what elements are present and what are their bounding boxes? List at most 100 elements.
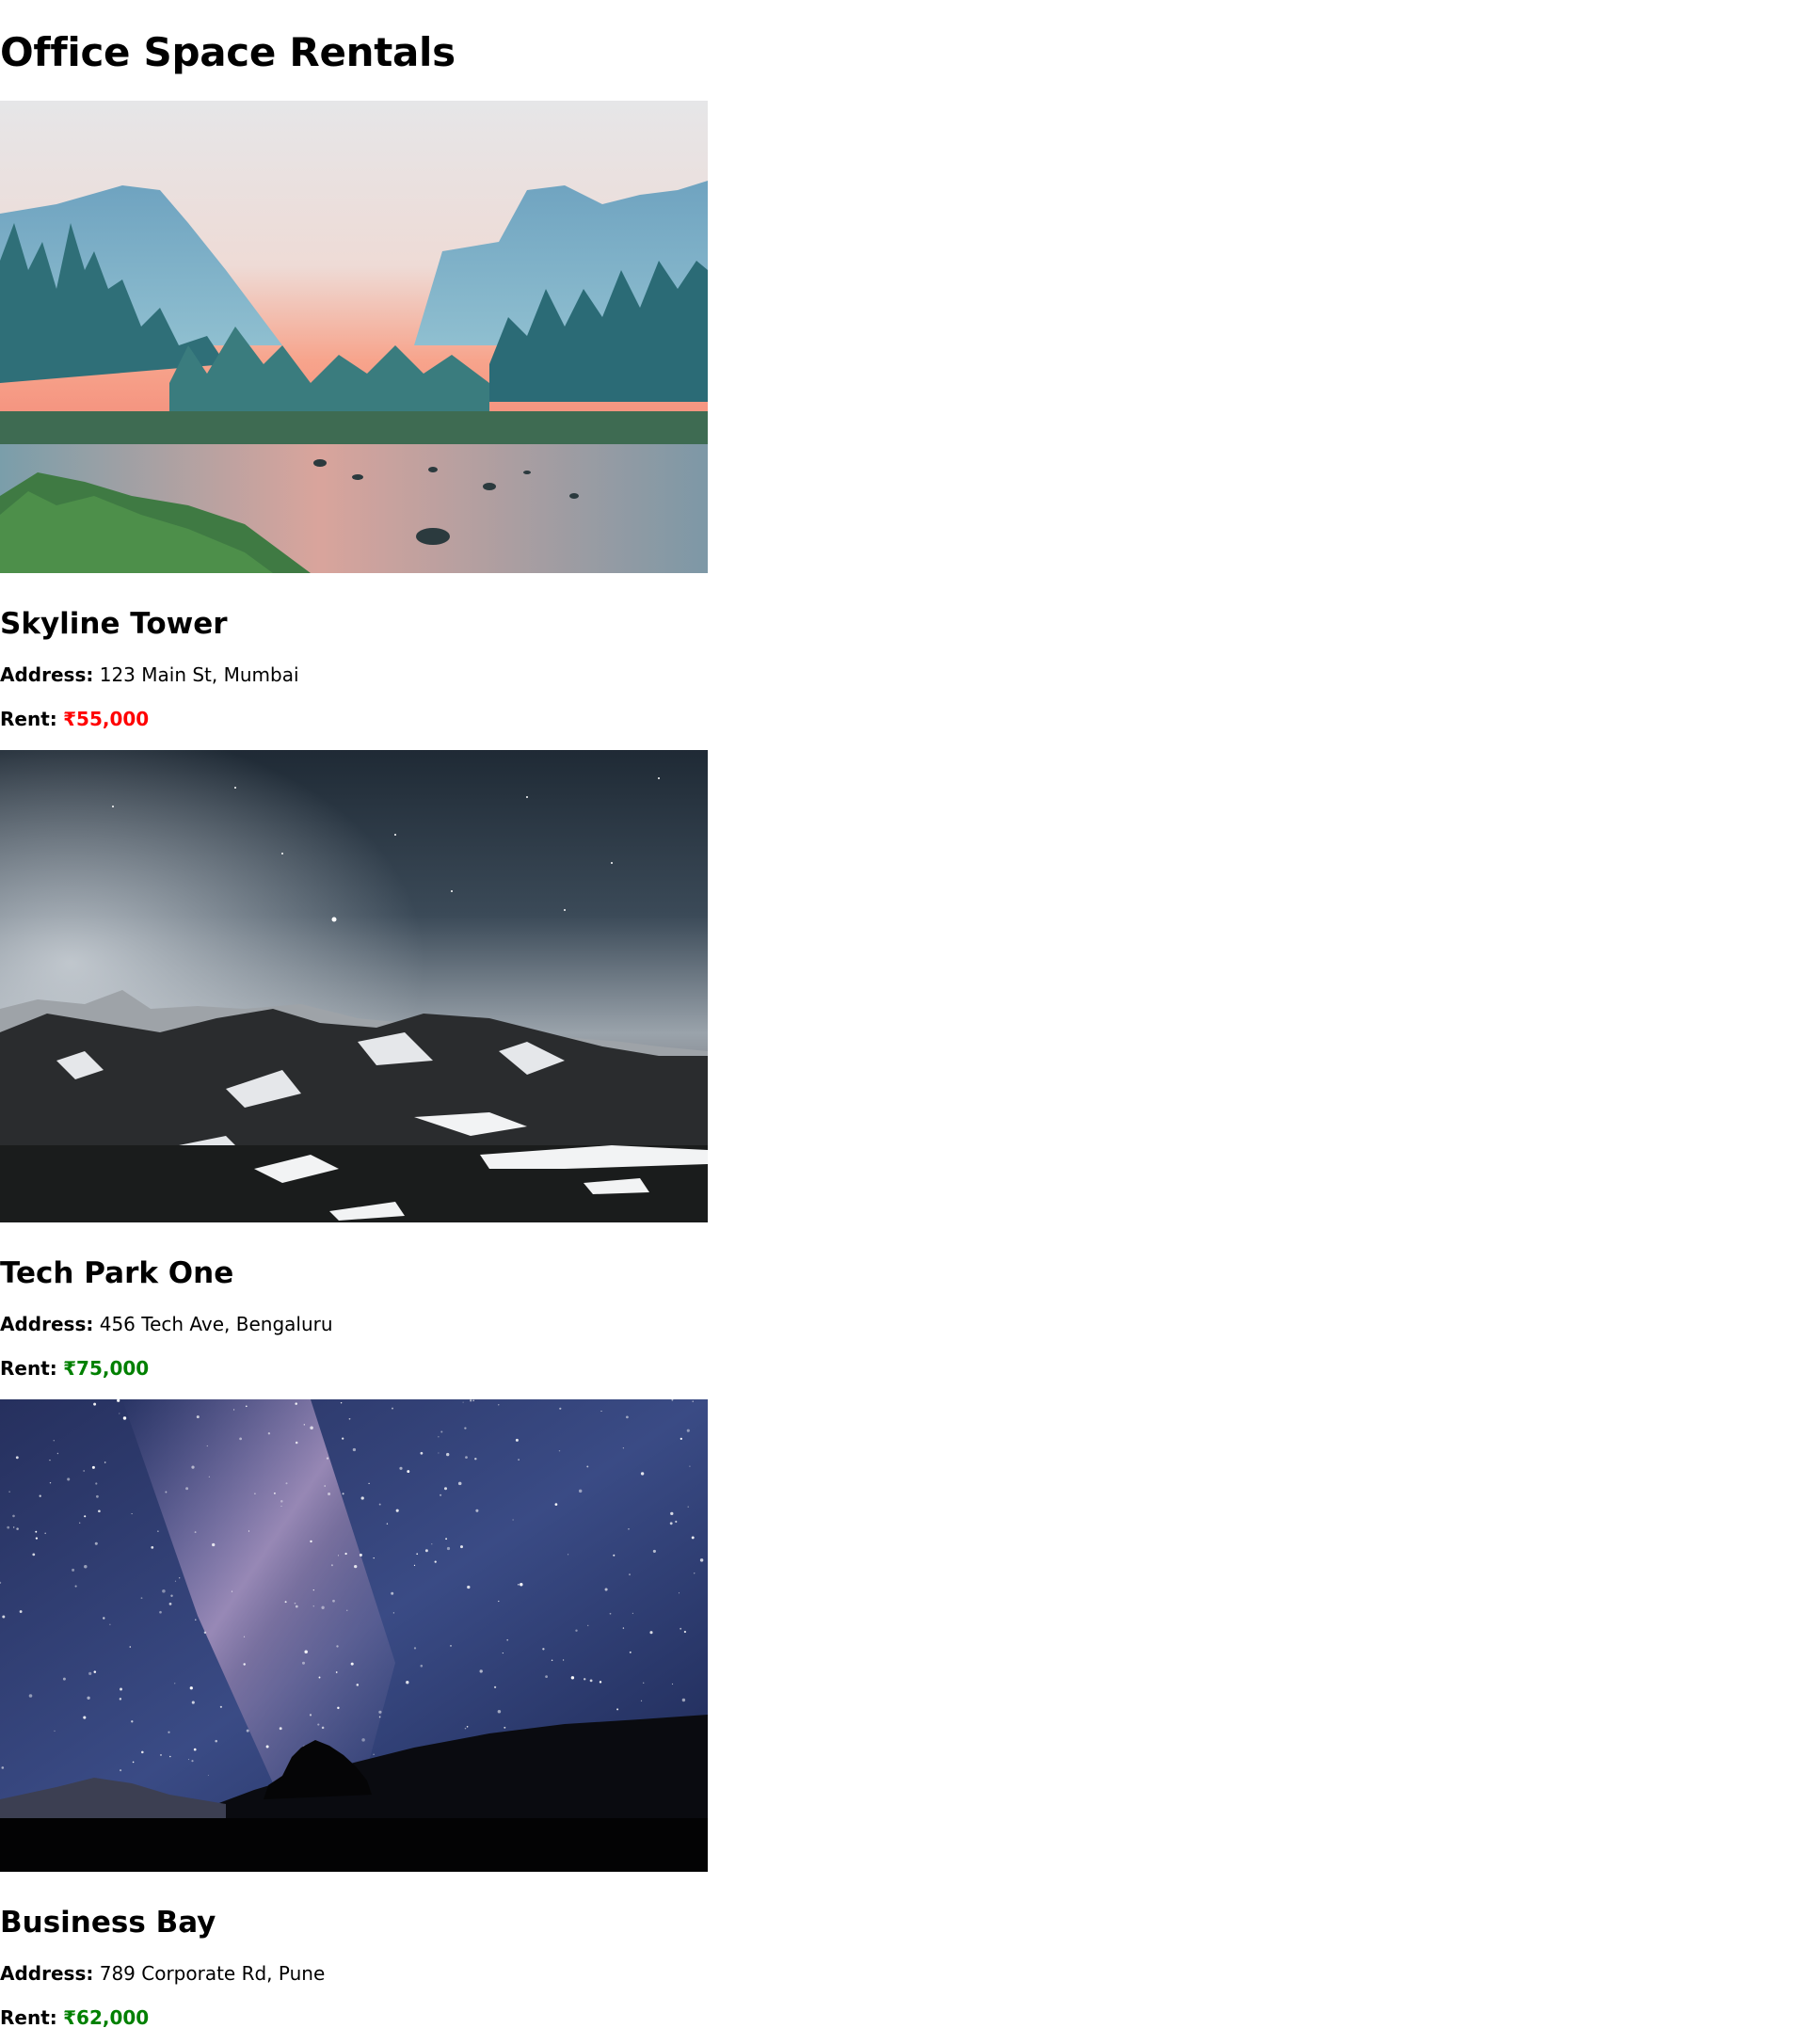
star bbox=[554, 1503, 558, 1506]
star bbox=[122, 1416, 127, 1420]
page: Office Space Rentals Skyline Tower Addre… bbox=[0, 0, 1807, 2044]
star bbox=[575, 1629, 578, 1632]
star bbox=[93, 1670, 97, 1673]
star bbox=[194, 1531, 197, 1534]
star bbox=[643, 1682, 645, 1684]
star bbox=[691, 1536, 695, 1540]
star bbox=[174, 1683, 176, 1685]
star bbox=[616, 1708, 619, 1711]
star bbox=[332, 1599, 335, 1603]
star bbox=[392, 1407, 393, 1410]
star bbox=[626, 1415, 629, 1419]
star bbox=[49, 1459, 51, 1461]
star bbox=[559, 1407, 562, 1410]
star bbox=[8, 1491, 10, 1493]
star bbox=[162, 1589, 166, 1593]
star bbox=[445, 1538, 447, 1541]
star bbox=[304, 1650, 308, 1653]
listing-name: Tech Park One bbox=[0, 1256, 234, 1290]
star bbox=[295, 1402, 297, 1405]
star bbox=[273, 1492, 276, 1494]
star bbox=[324, 1485, 326, 1487]
star bbox=[120, 1769, 122, 1772]
star bbox=[84, 1564, 88, 1569]
star bbox=[246, 1729, 249, 1733]
star bbox=[15, 1456, 19, 1460]
listing-address: Address: 123 Main St, Mumbai bbox=[0, 662, 299, 688]
star bbox=[95, 1482, 98, 1485]
star bbox=[680, 1437, 682, 1441]
star bbox=[462, 1401, 464, 1403]
star bbox=[670, 1511, 674, 1516]
star bbox=[93, 1402, 97, 1406]
address-label: Address: bbox=[0, 1962, 94, 1985]
star bbox=[212, 1542, 216, 1547]
star bbox=[474, 1457, 477, 1461]
star bbox=[243, 1663, 246, 1666]
star bbox=[310, 1540, 312, 1543]
star bbox=[373, 1753, 375, 1755]
star bbox=[185, 1487, 189, 1491]
star bbox=[328, 1492, 331, 1496]
star bbox=[215, 1739, 217, 1743]
star bbox=[131, 1513, 133, 1515]
star bbox=[512, 1519, 514, 1521]
rent-value: ₹75,000 bbox=[63, 1357, 150, 1380]
address-value: 789 Corporate Rd, Pune bbox=[99, 1962, 326, 1985]
star bbox=[622, 1447, 625, 1449]
star bbox=[165, 1491, 168, 1493]
star bbox=[413, 1564, 416, 1567]
listing-rent: Rent: ₹75,000 bbox=[0, 1355, 149, 1381]
star bbox=[98, 1509, 101, 1513]
star bbox=[518, 1459, 520, 1461]
star bbox=[207, 1774, 209, 1776]
star bbox=[103, 1617, 105, 1620]
star bbox=[689, 1465, 691, 1467]
star bbox=[687, 1506, 689, 1508]
star bbox=[515, 1438, 519, 1442]
star bbox=[7, 1525, 10, 1529]
star bbox=[542, 1648, 545, 1651]
star bbox=[416, 1553, 419, 1556]
listing-rent: Rent: ₹62,000 bbox=[0, 2004, 149, 2031]
star bbox=[586, 1465, 589, 1468]
star bbox=[340, 1401, 343, 1404]
star bbox=[629, 1573, 631, 1576]
star bbox=[431, 1543, 433, 1545]
star bbox=[309, 1714, 312, 1717]
star bbox=[248, 1530, 250, 1532]
star bbox=[652, 1549, 656, 1553]
star bbox=[368, 1482, 370, 1485]
star bbox=[159, 1610, 162, 1614]
star bbox=[129, 1646, 132, 1648]
star bbox=[84, 1515, 87, 1518]
star bbox=[470, 1399, 472, 1402]
star bbox=[342, 1493, 344, 1495]
listing-photo bbox=[0, 101, 708, 573]
star bbox=[312, 1589, 314, 1591]
star bbox=[239, 1437, 242, 1441]
star bbox=[62, 1677, 66, 1681]
star bbox=[600, 1410, 602, 1413]
rent-label: Rent: bbox=[0, 2006, 57, 2029]
star bbox=[160, 1753, 162, 1756]
star bbox=[168, 1731, 170, 1733]
star bbox=[386, 1523, 389, 1525]
star bbox=[119, 1698, 122, 1701]
star bbox=[632, 1612, 634, 1615]
star bbox=[413, 1647, 417, 1650]
star bbox=[479, 1669, 483, 1673]
star bbox=[545, 1675, 548, 1678]
star bbox=[131, 1720, 134, 1723]
star bbox=[551, 1659, 553, 1661]
star bbox=[373, 1557, 375, 1559]
star bbox=[168, 1755, 171, 1758]
star bbox=[399, 1466, 403, 1470]
star bbox=[245, 1405, 248, 1408]
star bbox=[280, 1500, 283, 1503]
star bbox=[360, 1496, 364, 1500]
star bbox=[434, 1560, 437, 1563]
star bbox=[191, 1760, 194, 1763]
star bbox=[352, 1447, 357, 1452]
star bbox=[321, 1726, 325, 1730]
